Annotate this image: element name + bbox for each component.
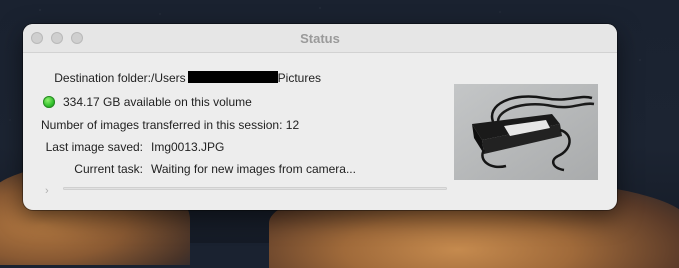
last-saved-label: Last image saved:: [45, 140, 143, 154]
chevron-right-icon[interactable]: ›: [45, 186, 49, 197]
transferred-count: 12: [285, 118, 300, 132]
current-task-label: Current task:: [74, 162, 143, 176]
camera-image-thumbnail: [454, 84, 598, 180]
last-saved-value: Img0013.JPG: [151, 140, 225, 154]
green-status-icon: [43, 96, 55, 108]
progress-bar: [63, 187, 447, 190]
window-title: Status: [300, 31, 340, 46]
transferred-text: Number of images transferred in this ses…: [41, 116, 299, 134]
destination-value: /Users Pictures: [151, 69, 321, 87]
destination-suffix: Pictures: [277, 71, 322, 85]
redacted-block: [187, 71, 278, 83]
destination-prefix: /Users: [151, 71, 186, 85]
current-task-value: Waiting for new images from camera...: [151, 162, 356, 176]
image-preview: [454, 84, 598, 180]
available-space-text: 334.17 GB available on this volume: [63, 95, 252, 109]
status-window: Status Destination folder: /Users Picture…: [23, 24, 617, 210]
transferred-label: Number of images transferred in this ses…: [41, 118, 283, 132]
title-bar[interactable]: Status: [23, 24, 617, 53]
destination-label: Destination folder:: [54, 71, 151, 85]
status-content: Destination folder: /Users Pictures 334.1…: [23, 53, 617, 210]
